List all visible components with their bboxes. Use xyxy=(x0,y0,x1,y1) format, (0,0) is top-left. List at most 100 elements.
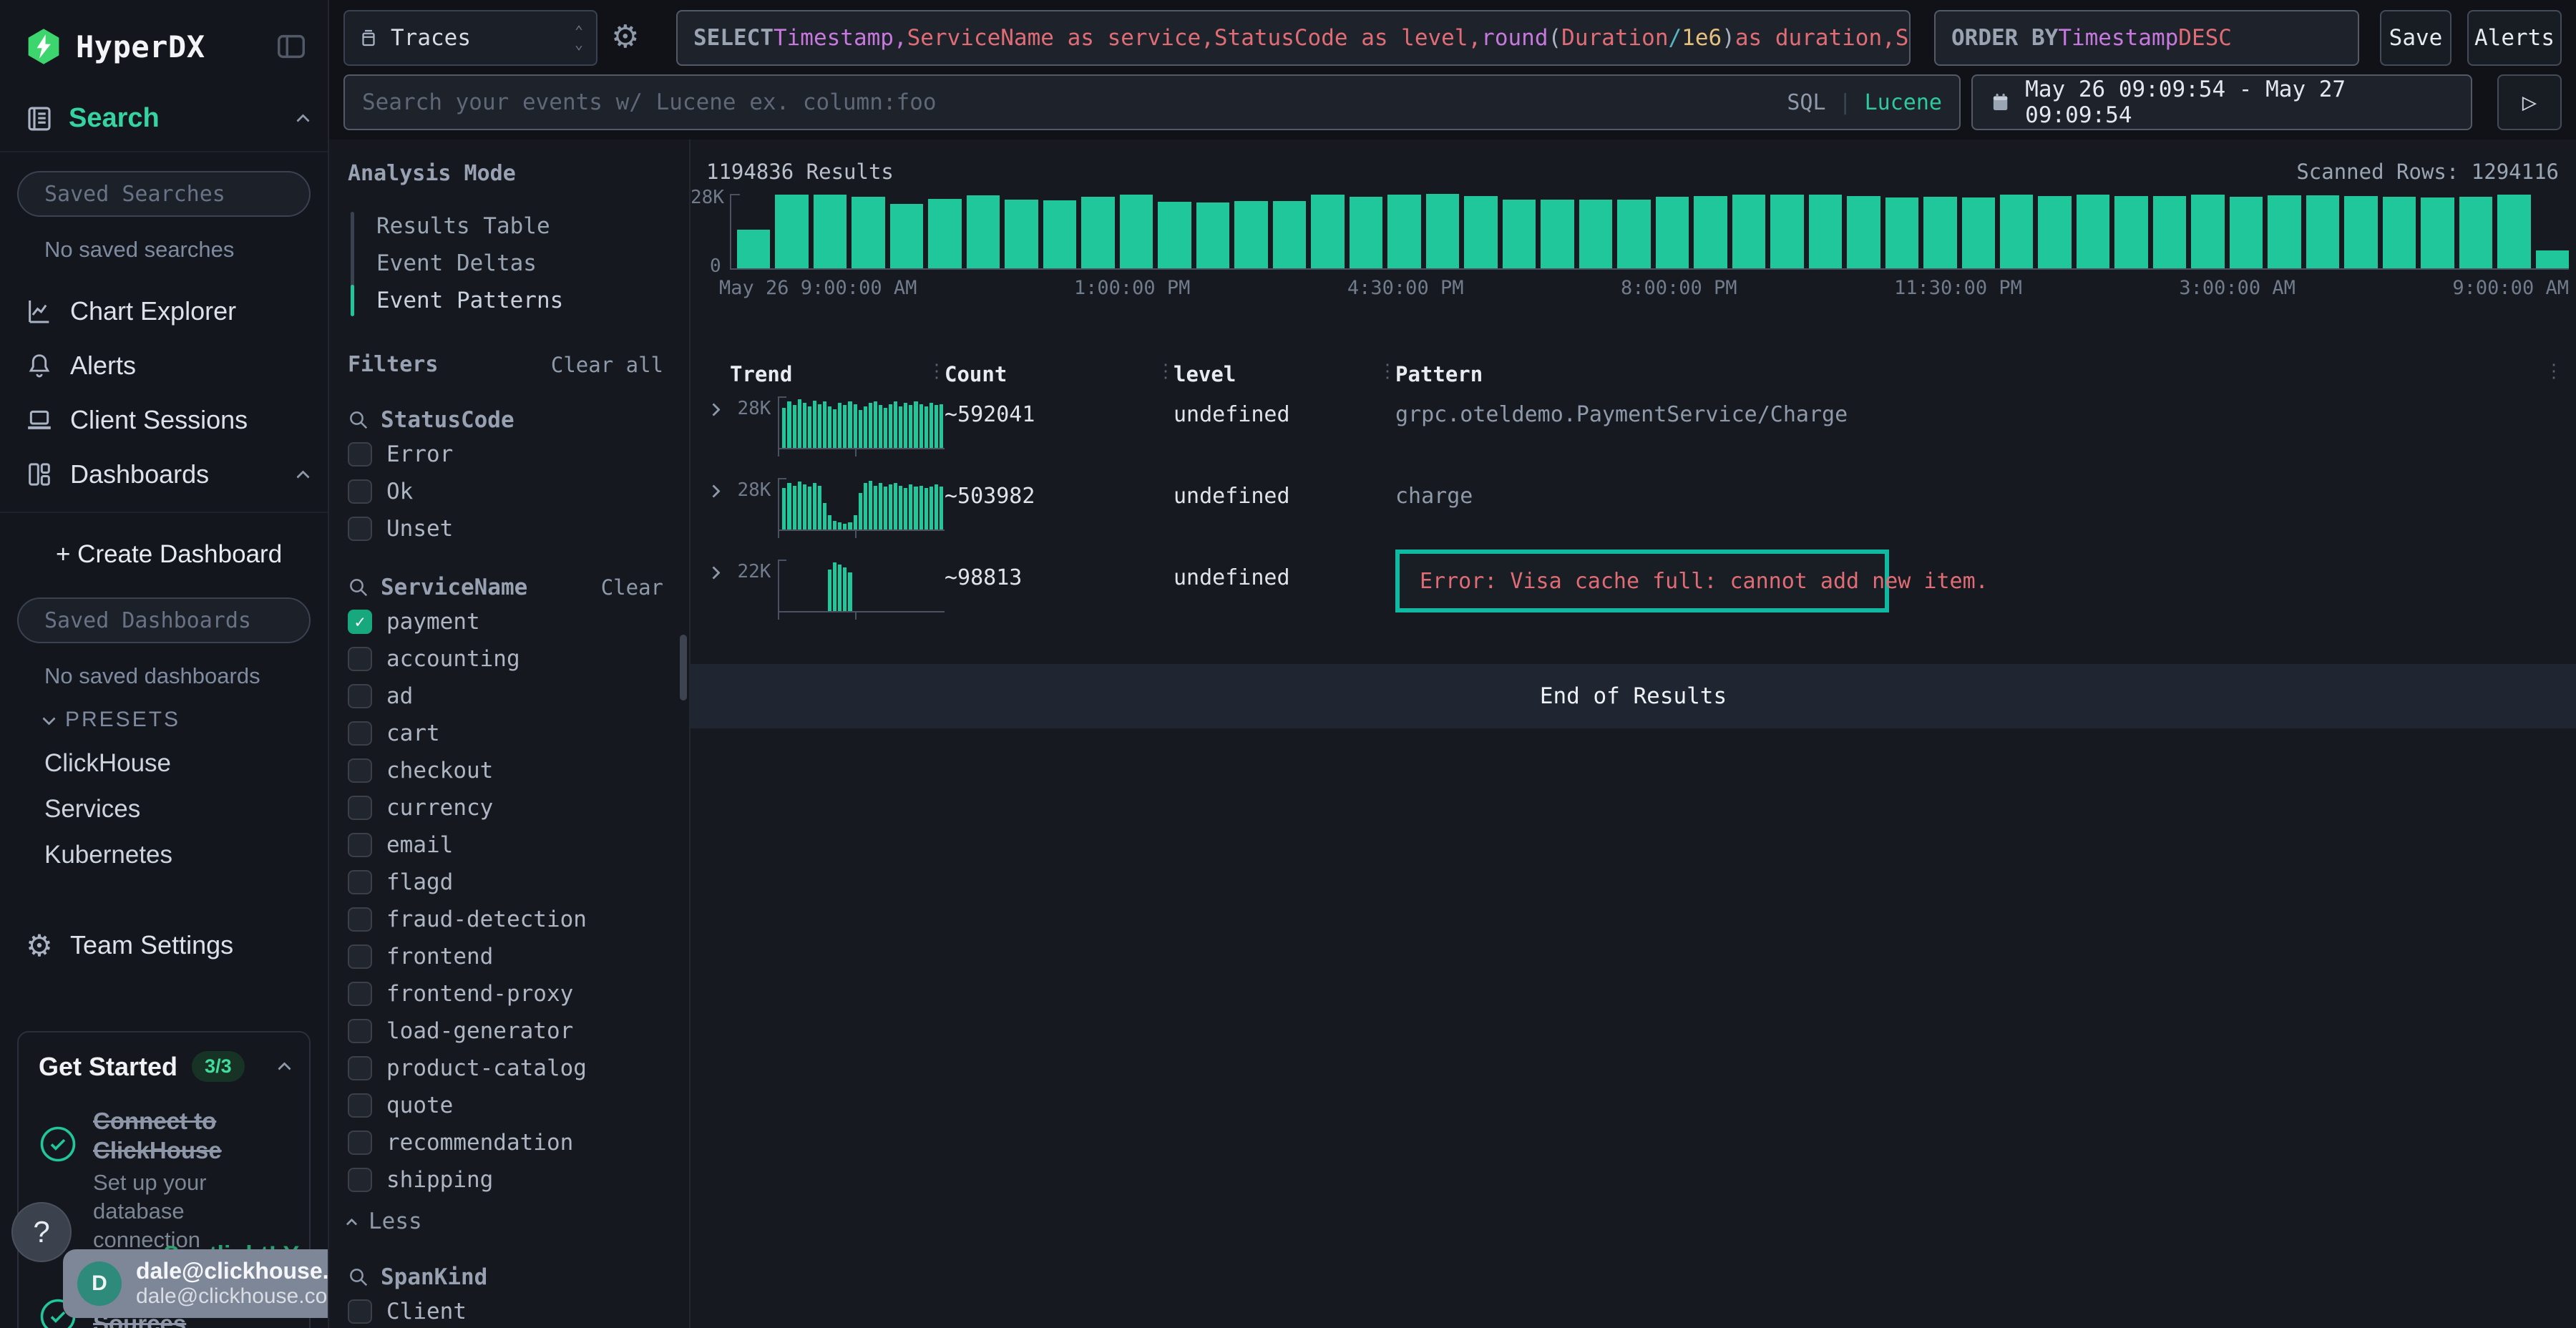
query-language-toggle[interactable]: SQL | Lucene xyxy=(1787,90,1942,115)
search-icon[interactable] xyxy=(348,409,369,431)
histogram-bar[interactable] xyxy=(814,195,847,268)
histogram-bar[interactable] xyxy=(1043,200,1076,268)
pattern-row[interactable]: 28K~592041undefinedgrpc.oteldemo.Payment… xyxy=(691,396,2576,468)
run-query-button[interactable]: ▷ xyxy=(2497,74,2562,130)
pattern-row[interactable]: 28K~503982undefinedcharge xyxy=(691,478,2576,550)
source-select[interactable]: Traces ⌃⌃ xyxy=(343,10,597,66)
col-trend[interactable]: Trend xyxy=(730,362,945,386)
histogram-bar[interactable] xyxy=(2268,195,2301,268)
saved-dashboards-input[interactable]: ⌘K xyxy=(17,597,311,643)
histogram-bar[interactable] xyxy=(1503,200,1536,268)
search-icon[interactable] xyxy=(348,577,369,598)
histogram-bar[interactable] xyxy=(2038,196,2071,268)
sidebar-item-search[interactable]: Search xyxy=(24,103,308,134)
histogram-bar[interactable] xyxy=(967,195,1000,268)
checkbox-icon[interactable] xyxy=(348,758,372,783)
filter-option-frontend-proxy[interactable]: frontend-proxy xyxy=(348,978,689,1010)
analysis-mode-event-deltas[interactable]: Event Deltas xyxy=(351,245,689,282)
filter-option-email[interactable]: email xyxy=(348,829,689,861)
col-level[interactable]: ⋮level xyxy=(1174,362,1395,386)
checkbox-icon[interactable] xyxy=(348,907,372,932)
histogram-bar[interactable] xyxy=(2191,195,2224,268)
filter-option-currency[interactable]: currency xyxy=(348,792,689,824)
histogram-bar[interactable] xyxy=(1579,200,1612,268)
filter-option-load-generator[interactable]: load-generator xyxy=(348,1015,689,1047)
preset-clickhouse[interactable]: ClickHouse xyxy=(44,749,308,778)
filter-option-unset[interactable]: Unset xyxy=(348,513,689,545)
pattern-row[interactable]: 22K~98813undefinedError: Visa cache full… xyxy=(691,560,2576,631)
collapse-sidebar-icon[interactable] xyxy=(275,30,308,63)
histogram-bar[interactable] xyxy=(1617,200,1650,268)
checkbox-icon[interactable] xyxy=(348,833,372,857)
clear-all-filters-link[interactable]: Clear all xyxy=(551,353,663,377)
highlighted-error-pattern[interactable]: Error: Visa cache full: cannot add new i… xyxy=(1395,550,1889,612)
create-dashboard-button[interactable]: + Create Dashboard xyxy=(24,530,308,579)
checkbox-icon[interactable] xyxy=(348,944,372,969)
event-search-bar[interactable]: SQL | Lucene xyxy=(343,74,1961,130)
sidebar-item-chart-explorer[interactable]: Chart Explorer xyxy=(24,287,308,336)
analysis-mode-event-patterns[interactable]: Event Patterns xyxy=(351,282,689,319)
histogram-bar[interactable] xyxy=(1387,195,1420,268)
filter-panel-scrollbar[interactable] xyxy=(680,635,687,700)
histogram-bar[interactable] xyxy=(2077,195,2109,268)
histogram-bar[interactable] xyxy=(1541,200,1574,268)
saved-searches-input[interactable]: ⌘K xyxy=(17,171,311,217)
checkbox-icon[interactable] xyxy=(348,1019,372,1043)
date-range-picker[interactable]: May 26 09:09:54 - May 27 09:09:54 xyxy=(1971,74,2472,130)
col-pattern[interactable]: ⋮Pattern xyxy=(1395,362,2565,386)
histogram-bar[interactable] xyxy=(1426,194,1459,268)
save-button[interactable]: Save xyxy=(2380,10,2451,66)
histogram-bar[interactable] xyxy=(2153,196,2186,268)
filter-option-recommendation[interactable]: recommendation xyxy=(348,1127,689,1158)
sidebar-item-alerts[interactable]: Alerts xyxy=(24,341,308,390)
lucene-toggle[interactable]: Lucene xyxy=(1865,90,1942,115)
histogram-bar[interactable] xyxy=(1694,196,1727,268)
filter-option-checkout[interactable]: checkout xyxy=(348,755,689,786)
histogram-bar[interactable] xyxy=(2497,195,2530,268)
histogram-bar[interactable] xyxy=(1809,195,1842,268)
histogram-bar[interactable] xyxy=(737,230,770,268)
histogram-bar[interactable] xyxy=(928,199,961,268)
histogram-bar[interactable] xyxy=(1656,197,1689,268)
sidebar-item-dashboards[interactable]: Dashboards xyxy=(24,450,308,499)
column-drag-handle-icon[interactable]: ⋮ xyxy=(1156,361,1175,382)
expand-row-icon[interactable] xyxy=(707,484,720,497)
histogram-bar[interactable] xyxy=(1196,202,1229,268)
histogram-bar[interactable] xyxy=(775,195,808,268)
checkbox-icon[interactable] xyxy=(348,647,372,671)
histogram-bar[interactable] xyxy=(1081,197,1114,268)
histogram-bar[interactable] xyxy=(2459,197,2492,268)
filter-option-frontend[interactable]: frontend xyxy=(348,941,689,972)
filter-option-accounting[interactable]: accounting xyxy=(348,643,689,675)
histogram-bar[interactable] xyxy=(2421,197,2454,268)
sql-toggle[interactable]: SQL xyxy=(1787,90,1825,115)
histogram-bar[interactable] xyxy=(2383,197,2416,268)
histogram-bar[interactable] xyxy=(1962,197,1995,268)
checkbox-icon[interactable] xyxy=(348,1131,372,1155)
histogram-bar[interactable] xyxy=(2344,196,2377,268)
filter-option-client[interactable]: Client xyxy=(348,1296,689,1327)
sidebar-item-client-sessions[interactable]: Client Sessions xyxy=(24,396,308,444)
results-histogram[interactable]: 28K 0 xyxy=(730,194,2569,270)
event-search-input[interactable] xyxy=(362,89,1772,115)
histogram-bar[interactable] xyxy=(852,197,884,268)
column-drag-handle-icon[interactable]: ⋮ xyxy=(927,361,946,382)
saved-searches-field[interactable] xyxy=(44,182,318,207)
source-settings-gear-icon[interactable]: ⚙ xyxy=(611,19,639,55)
user-menu[interactable]: D dale@clickhouse.com dale@clickhouse.co… xyxy=(63,1249,329,1318)
checkbox-icon[interactable] xyxy=(348,1168,372,1192)
histogram-bar[interactable] xyxy=(1770,195,1803,268)
col-count[interactable]: ⋮Count xyxy=(945,362,1174,386)
checkbox-icon[interactable] xyxy=(348,870,372,894)
histogram-bar[interactable] xyxy=(890,204,923,268)
histogram-bar[interactable] xyxy=(1273,201,1306,268)
column-drag-handle-icon[interactable]: ⋮ xyxy=(1378,361,1397,382)
clear-group-link[interactable]: Clear xyxy=(601,575,663,600)
histogram-bar[interactable] xyxy=(2306,195,2339,268)
checkbox-icon[interactable] xyxy=(348,982,372,1006)
chevron-up-icon[interactable] xyxy=(278,1062,291,1075)
analysis-mode-results-table[interactable]: Results Table xyxy=(351,208,689,245)
checkbox-icon[interactable] xyxy=(348,1299,372,1324)
histogram-bar[interactable] xyxy=(1311,195,1344,268)
filter-option-payment[interactable]: ✓payment xyxy=(348,606,689,638)
